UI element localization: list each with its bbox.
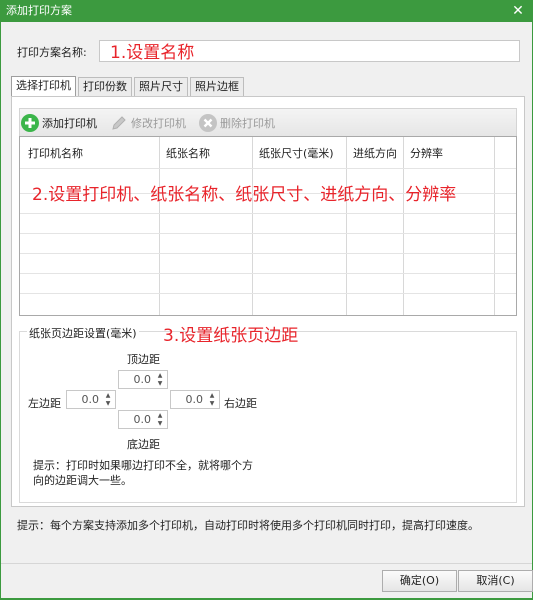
grid-divider [494, 137, 495, 315]
annotation-set-margins: 3.设置纸张页边距 [163, 326, 299, 346]
top-margin-label: 顶边距 [127, 353, 160, 366]
annotation-set-name: 1.设置名称 [110, 43, 195, 63]
right-margin-value: 0.0 [185, 393, 204, 406]
grid-row-line [20, 168, 516, 169]
delete-icon [199, 113, 217, 132]
grid-header: 打印机名称 纸张名称 纸张尺寸(毫米) 进纸方向 分辨率 [20, 137, 516, 168]
pencil-icon [112, 115, 126, 130]
annotation-set-printer: 2.设置打印机、纸张名称、纸张尺寸、进纸方向、分辨率 [32, 185, 457, 205]
add-printer-button[interactable]: 添加打印机 [20, 113, 97, 133]
printer-grid[interactable]: 打印机名称 纸张名称 纸张尺寸(毫米) 进纸方向 分辨率 [19, 136, 517, 316]
window-title: 添加打印方案 [6, 4, 72, 17]
title-bar: 添加打印方案 ✕ [0, 0, 533, 22]
column-paper-size[interactable]: 纸张尺寸(毫米) [259, 145, 334, 161]
tab-copies[interactable]: 打印份数 [78, 77, 132, 97]
tab-bar: 选择打印机 打印份数 照片尺寸 照片边框 [11, 76, 246, 97]
printer-toolbar: 添加打印机 修改打印机 删除打印机 [19, 108, 517, 136]
edit-printer-button[interactable]: 修改打印机 [109, 113, 186, 133]
spinner-arrows-icon[interactable]: ▲ ▼ [207, 392, 217, 408]
top-margin-value: 0.0 [133, 373, 152, 386]
bottom-margin-label: 底边距 [127, 438, 160, 451]
column-feed-direction[interactable]: 进纸方向 [353, 145, 397, 161]
grid-divider [346, 137, 347, 315]
grid-row-line [20, 293, 516, 294]
right-margin-label: 右边距 [224, 397, 257, 410]
tab-photo-border[interactable]: 照片边框 [190, 77, 244, 97]
delete-printer-label: 删除打印机 [220, 116, 275, 130]
column-paper-name[interactable]: 纸张名称 [166, 145, 210, 161]
margin-group-title: 纸张页边距设置(毫米) [27, 325, 139, 341]
column-resolution[interactable]: 分辨率 [410, 145, 443, 161]
spinner-arrows-icon[interactable]: ▲ ▼ [155, 372, 165, 388]
left-margin-spinner[interactable]: 0.0 ▲ ▼ [66, 390, 116, 409]
close-icon[interactable]: ✕ [503, 0, 533, 22]
cancel-button[interactable]: 取消(C) [458, 570, 533, 592]
grid-row-line [20, 213, 516, 214]
tab-select-printer[interactable]: 选择打印机 [11, 76, 76, 97]
grid-divider [159, 137, 160, 315]
ok-button[interactable]: 确定(O) [382, 570, 457, 592]
left-margin-label: 左边距 [28, 397, 61, 410]
edit-printer-label: 修改打印机 [131, 116, 186, 130]
spinner-arrows-icon[interactable]: ▲ ▼ [155, 412, 165, 428]
margin-tip: 提示：打印时如果哪边打印不全，就将哪个方向的边距调大一些。 [33, 459, 253, 487]
scheme-name-label: 打印方案名称: [17, 46, 87, 59]
bottom-margin-value: 0.0 [133, 413, 152, 426]
tab-photo-size[interactable]: 照片尺寸 [134, 77, 188, 97]
grid-divider [403, 137, 404, 315]
grid-divider [252, 137, 253, 315]
grid-row-line [20, 273, 516, 274]
add-icon [21, 113, 39, 132]
column-printer-name[interactable]: 打印机名称 [28, 145, 83, 161]
grid-row-line [20, 253, 516, 254]
spinner-arrows-icon[interactable]: ▲ ▼ [103, 392, 113, 408]
delete-printer-button[interactable]: 删除打印机 [198, 113, 275, 133]
grid-row-line [20, 233, 516, 234]
bottom-tip: 提示：每个方案支持添加多个打印机，自动打印时将使用多个打印机同时打印，提高打印速… [17, 519, 479, 532]
add-printer-label: 添加打印机 [42, 116, 97, 130]
right-margin-spinner[interactable]: 0.0 ▲ ▼ [170, 390, 220, 409]
top-margin-spinner[interactable]: 0.0 ▲ ▼ [118, 370, 168, 389]
left-margin-value: 0.0 [81, 393, 100, 406]
bottom-margin-spinner[interactable]: 0.0 ▲ ▼ [118, 410, 168, 429]
